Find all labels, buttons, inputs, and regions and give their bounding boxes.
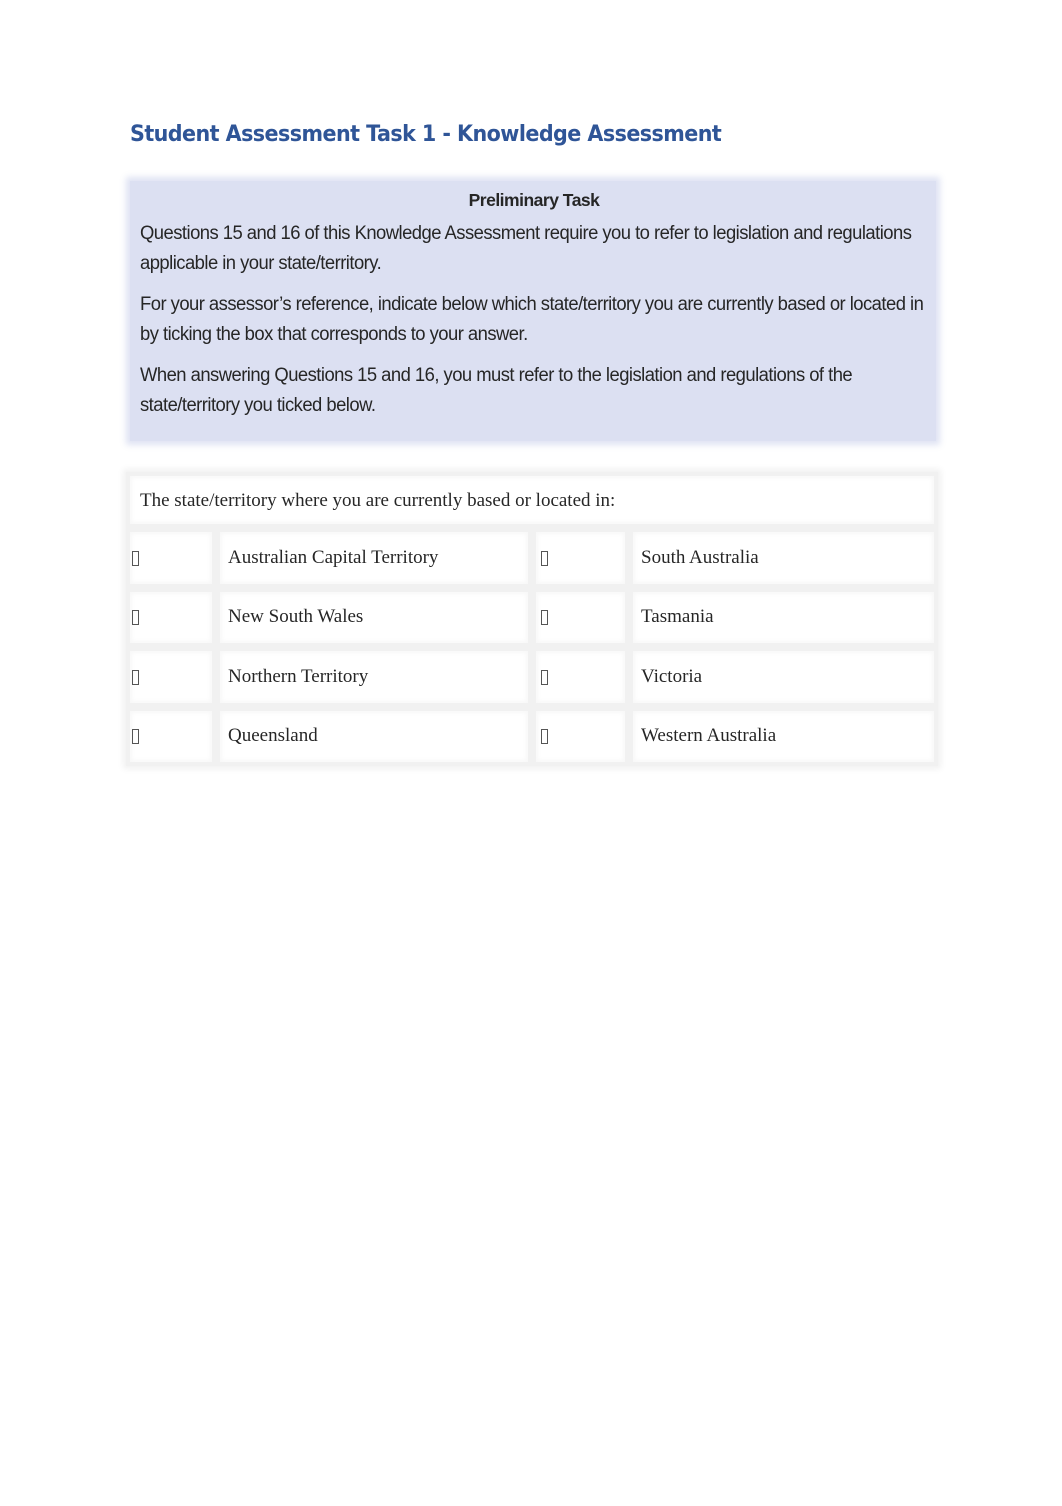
state-option-nt: Northern Territory (216, 647, 532, 707)
preliminary-paragraph-3: When answering Questions 15 and 16, you … (140, 365, 853, 416)
checkbox-icon[interactable] (541, 669, 548, 685)
table-row: Australian Capital Territory South Austr… (126, 528, 938, 588)
state-option-tas: Tasmania (629, 587, 938, 647)
table-row: Northern Territory Victoria (126, 647, 938, 707)
table-row: New South Wales Tasmania (126, 587, 938, 647)
checkbox-cell[interactable] (532, 647, 629, 707)
state-option-sa: South Australia (629, 528, 938, 588)
preliminary-task-heading: Preliminary Task (468, 190, 600, 210)
prompt-row: The state/territory where you are curren… (126, 472, 938, 528)
checkbox-cell[interactable] (532, 528, 629, 588)
preliminary-paragraph-2: For your assessor’s reference, indicate … (140, 294, 924, 345)
state-option-act: Australian Capital Territory (216, 528, 532, 588)
state-option-qld: Queensland (216, 706, 532, 766)
page-title: Student Assessment Task 1 - Knowledge As… (130, 122, 722, 147)
checkbox-icon[interactable] (541, 729, 548, 745)
state-selection-table: The state/territory where you are curren… (126, 472, 938, 766)
checkbox-cell[interactable] (126, 647, 216, 707)
checkbox-cell[interactable] (532, 587, 629, 647)
checkbox-icon[interactable] (132, 610, 139, 626)
checkbox-cell[interactable] (126, 706, 216, 766)
table-row: Queensland Western Australia (126, 706, 938, 766)
checkbox-icon[interactable] (541, 610, 548, 626)
state-option-nsw: New South Wales (216, 587, 532, 647)
state-prompt: The state/territory where you are curren… (126, 472, 938, 528)
state-option-wa: Western Australia (629, 706, 938, 766)
checkbox-cell[interactable] (126, 587, 216, 647)
preliminary-task-box: Preliminary Task Questions 15 and 16 of … (130, 181, 936, 441)
preliminary-paragraph-1: Questions 15 and 16 of this Knowledge As… (140, 223, 912, 274)
checkbox-icon[interactable] (132, 729, 139, 745)
checkbox-cell[interactable] (532, 706, 629, 766)
checkbox-icon[interactable] (541, 550, 548, 566)
checkbox-icon[interactable] (132, 669, 139, 685)
checkbox-icon[interactable] (132, 550, 139, 566)
checkbox-cell[interactable] (126, 528, 216, 588)
state-option-vic: Victoria (629, 647, 938, 707)
